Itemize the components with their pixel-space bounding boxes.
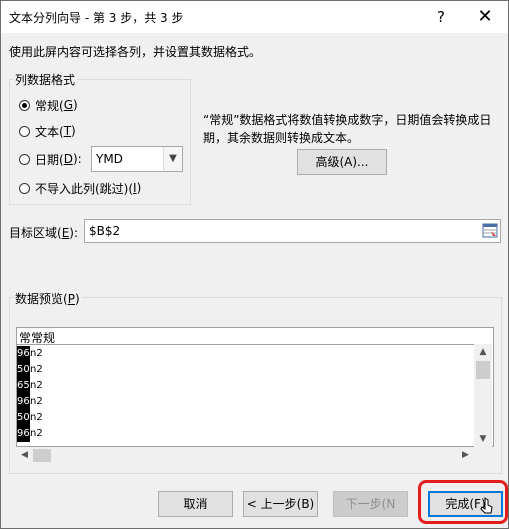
cancel-button[interactable]: 取消	[158, 491, 233, 517]
preview-label: 数据预览(P)	[13, 290, 82, 307]
destination-input[interactable]: $B$2	[84, 219, 501, 243]
scroll-thumb[interactable]	[33, 449, 51, 462]
date-format-value: YMD	[96, 152, 123, 166]
horizontal-scrollbar[interactable]: ◀ ▶	[16, 447, 474, 464]
chevron-down-icon[interactable]: ▼	[163, 147, 182, 171]
radio-dot-icon	[19, 99, 30, 111]
column-format-label: 列数据格式	[13, 71, 78, 88]
scroll-left-icon[interactable]: ◀	[16, 447, 33, 464]
radio-text[interactable]: 文本(T)	[19, 123, 76, 139]
radio-dot-icon	[19, 153, 30, 165]
radio-skip-column[interactable]: 不导入此列(跳过)(I)	[19, 180, 141, 196]
text-to-columns-dialog: 文本分列向导 - 第 3 步，共 3 步 ? ✕ 使用此屏内容可选择各列，并设置…	[0, 0, 509, 529]
vertical-scrollbar[interactable]: ▲ ▼	[474, 344, 492, 447]
advanced-button[interactable]: 高级(A)...	[297, 149, 387, 175]
scroll-up-icon[interactable]: ▲	[474, 344, 492, 360]
radio-date[interactable]: 日期(D):	[19, 151, 82, 167]
scroll-thumb[interactable]	[476, 361, 490, 379]
scroll-right-icon[interactable]: ▶	[457, 447, 474, 464]
back-button[interactable]: < 上一步(B)	[243, 491, 318, 517]
data-preview[interactable]: 常常规 96 n2 50 n2 65 n2 96 n2 50 n2 96 n2	[16, 327, 494, 447]
title-bar: 文本分列向导 - 第 3 步，共 3 步 ? ✕	[1, 1, 508, 33]
radio-dot-icon	[19, 125, 30, 137]
help-button[interactable]: ?	[421, 5, 461, 29]
destination-label: 目标区域(E):	[9, 226, 79, 240]
scroll-down-icon[interactable]: ▼	[474, 431, 492, 447]
finish-highlight-annotation	[418, 480, 508, 524]
destination-value: $B$2	[89, 224, 121, 238]
dialog-title: 文本分列向导 - 第 3 步，共 3 步	[9, 11, 184, 25]
mouse-pointer-icon	[480, 497, 493, 514]
format-description: “常规”数据格式将数值转换成数字，日期值会转换成日期，其余数据则转换成文本。	[203, 113, 492, 145]
range-picker-icon[interactable]	[482, 222, 498, 240]
intro-text: 使用此屏内容可选择各列，并设置其数据格式。	[9, 45, 262, 59]
preview-column-header[interactable]: 常常规	[17, 328, 475, 345]
next-button[interactable]: 下一步(N	[333, 491, 408, 517]
close-button[interactable]: ✕	[465, 5, 505, 29]
radio-general[interactable]: 常规(G)	[19, 97, 78, 113]
radio-dot-icon	[19, 182, 30, 194]
date-format-select[interactable]: YMD ▼	[91, 146, 183, 172]
